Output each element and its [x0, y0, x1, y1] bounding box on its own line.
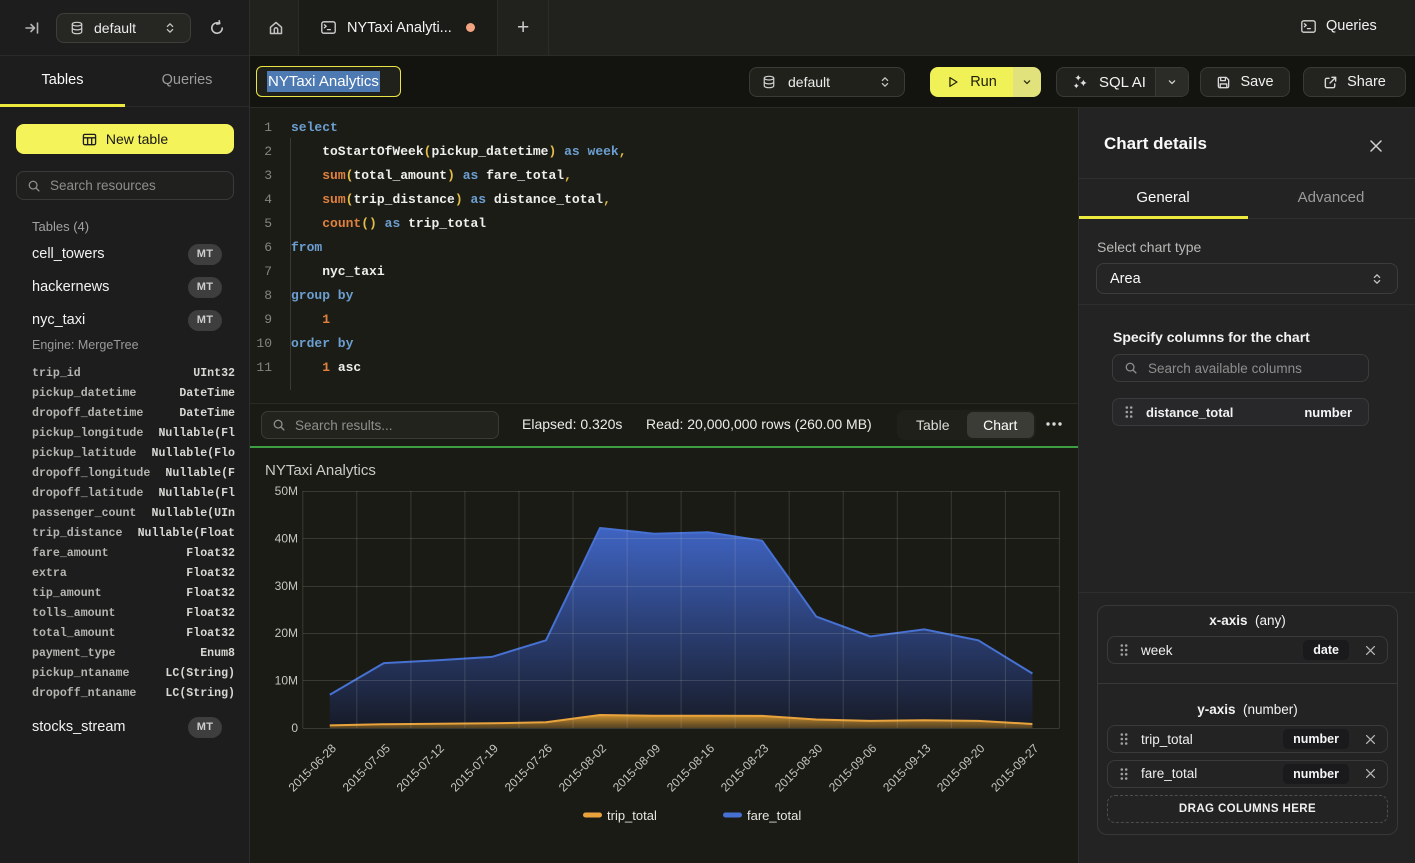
svg-text:2015-07-05: 2015-07-05 — [340, 741, 394, 795]
svg-text:2015-08-02: 2015-08-02 — [556, 741, 610, 795]
svg-text:0: 0 — [291, 721, 298, 735]
svg-text:2015-08-09: 2015-08-09 — [610, 741, 664, 795]
svg-text:trip_total: trip_total — [607, 808, 657, 823]
svg-text:10M: 10M — [275, 674, 298, 688]
svg-text:2015-06-28: 2015-06-28 — [286, 741, 340, 795]
svg-text:2015-08-16: 2015-08-16 — [664, 741, 718, 795]
svg-text:20M: 20M — [275, 626, 298, 640]
svg-text:50M: 50M — [275, 484, 298, 498]
svg-text:30M: 30M — [275, 579, 298, 593]
svg-text:2015-08-23: 2015-08-23 — [718, 741, 772, 795]
svg-text:40M: 40M — [275, 531, 298, 545]
svg-text:2015-09-20: 2015-09-20 — [934, 741, 988, 795]
svg-text:2015-09-13: 2015-09-13 — [880, 741, 934, 795]
svg-text:2015-09-06: 2015-09-06 — [826, 741, 880, 795]
svg-text:2015-09-27: 2015-09-27 — [988, 741, 1042, 795]
svg-text:2015-07-12: 2015-07-12 — [394, 741, 448, 795]
svg-text:fare_total: fare_total — [747, 808, 801, 823]
svg-text:2015-08-30: 2015-08-30 — [772, 741, 826, 795]
svg-text:NYTaxi Analytics: NYTaxi Analytics — [265, 462, 376, 479]
svg-text:2015-07-19: 2015-07-19 — [448, 741, 502, 795]
svg-text:2015-07-26: 2015-07-26 — [502, 741, 556, 795]
